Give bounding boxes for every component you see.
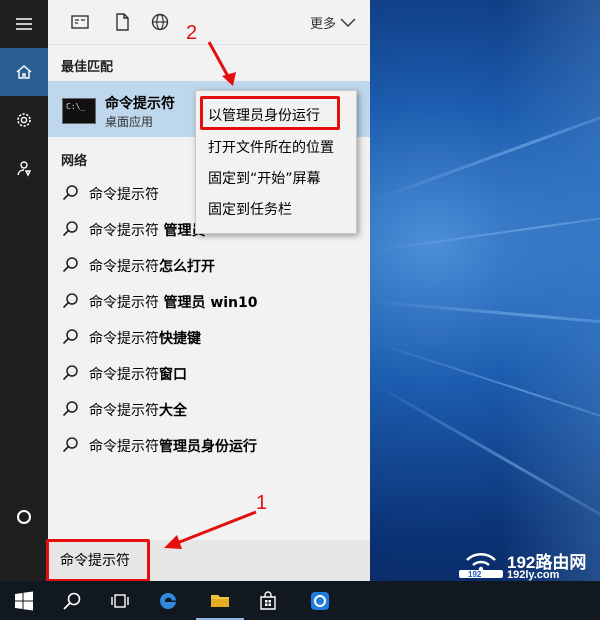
search-icon [62, 329, 78, 345]
edge-browser-button[interactable] [144, 581, 192, 620]
search-icon [62, 293, 78, 309]
step-1-label: 1 [256, 492, 268, 514]
web-result-text: 命令提示符窗口 [89, 367, 187, 383]
start-rail [0, 0, 48, 581]
taskbar-search-button[interactable] [48, 581, 96, 620]
open-file-location-menu-item[interactable]: 打开文件所在的位置 [208, 137, 334, 157]
watermark-badge: 192 [468, 570, 482, 579]
task-view-icon [111, 593, 129, 608]
web-result-item[interactable]: 命令提示符怎么打开 [48, 247, 370, 283]
pin-to-taskbar-menu-item[interactable]: 固定到任务栏 [208, 199, 292, 219]
apps-filter-icon[interactable] [70, 12, 90, 32]
step-2-label: 2 [186, 22, 198, 44]
web-result-text: 命令提示符 [89, 187, 159, 203]
task-view-button[interactable] [96, 581, 144, 620]
highlight-search-box [46, 539, 150, 582]
search-icon [63, 592, 81, 610]
watermark-logo: 192 192路由网 192ly.com [455, 548, 597, 581]
command-prompt-icon: C:\_ [62, 98, 96, 124]
more-label: 更多 [309, 17, 336, 32]
filter-bar: 更多 [48, 0, 370, 45]
more-filters-button[interactable]: 更多 [310, 13, 356, 32]
search-results-panel: 更多 最佳匹配 C:\_ 命令提示符 桌面应用 网络 命令提示符 命令提示符 管… [48, 0, 370, 581]
gear-icon [17, 113, 31, 127]
cortana-circle-icon [17, 510, 31, 524]
search-icon [62, 221, 78, 237]
feedback-button[interactable] [0, 144, 48, 192]
home-button[interactable] [0, 48, 48, 96]
search-icon [62, 401, 78, 417]
web-result-item[interactable]: 命令提示符管理员身份运行 [48, 427, 370, 463]
best-match-title: 命令提示符 [105, 96, 175, 112]
search-icon [62, 185, 78, 201]
search-icon [62, 257, 78, 273]
store-bag-icon [260, 590, 276, 610]
app-button[interactable] [296, 581, 344, 620]
pin-to-start-menu-item[interactable]: 固定到“开始”屏幕 [208, 168, 321, 188]
home-icon [16, 65, 32, 79]
start-button[interactable] [0, 581, 48, 620]
web-result-text: 命令提示符快捷键 [89, 331, 201, 347]
web-result-text: 命令提示符管理员身份运行 [89, 439, 257, 455]
hamburger-menu-button[interactable] [0, 0, 48, 48]
best-match-heading: 最佳匹配 [61, 60, 114, 75]
web-result-text: 命令提示符怎么打开 [89, 259, 215, 275]
hamburger-icon [16, 18, 32, 30]
file-explorer-button[interactable] [196, 581, 244, 620]
windows-logo-icon [15, 591, 33, 610]
highlight-run-as-admin [200, 96, 340, 130]
search-icon [62, 365, 78, 381]
chevron-down-icon [340, 18, 356, 27]
web-result-text: 命令提示符大全 [89, 403, 187, 419]
search-icon [62, 437, 78, 453]
web-result-text: 命令提示符 管理员 [89, 223, 206, 239]
edge-icon [160, 592, 176, 609]
watermark-url: 192ly.com [507, 569, 560, 581]
web-result-item[interactable]: 命令提示符 管理员 win10 [48, 283, 370, 319]
web-result-text: 命令提示符 管理员 win10 [89, 295, 258, 311]
web-result-item[interactable]: 命令提示符大全 [48, 391, 370, 427]
folder-icon [211, 594, 229, 607]
feedback-icon [17, 161, 32, 177]
store-button[interactable] [244, 581, 292, 620]
blue-app-icon [311, 591, 329, 610]
web-filter-icon[interactable] [150, 12, 170, 32]
settings-button[interactable] [0, 96, 48, 144]
web-heading: 网络 [61, 154, 88, 169]
web-result-item[interactable]: 命令提示符窗口 [48, 355, 370, 391]
cortana-button[interactable] [0, 493, 48, 541]
taskbar [0, 581, 600, 620]
best-match-subtitle: 桌面应用 [105, 115, 154, 129]
documents-filter-icon[interactable] [112, 12, 132, 32]
web-result-item[interactable]: 命令提示符快捷键 [48, 319, 370, 355]
